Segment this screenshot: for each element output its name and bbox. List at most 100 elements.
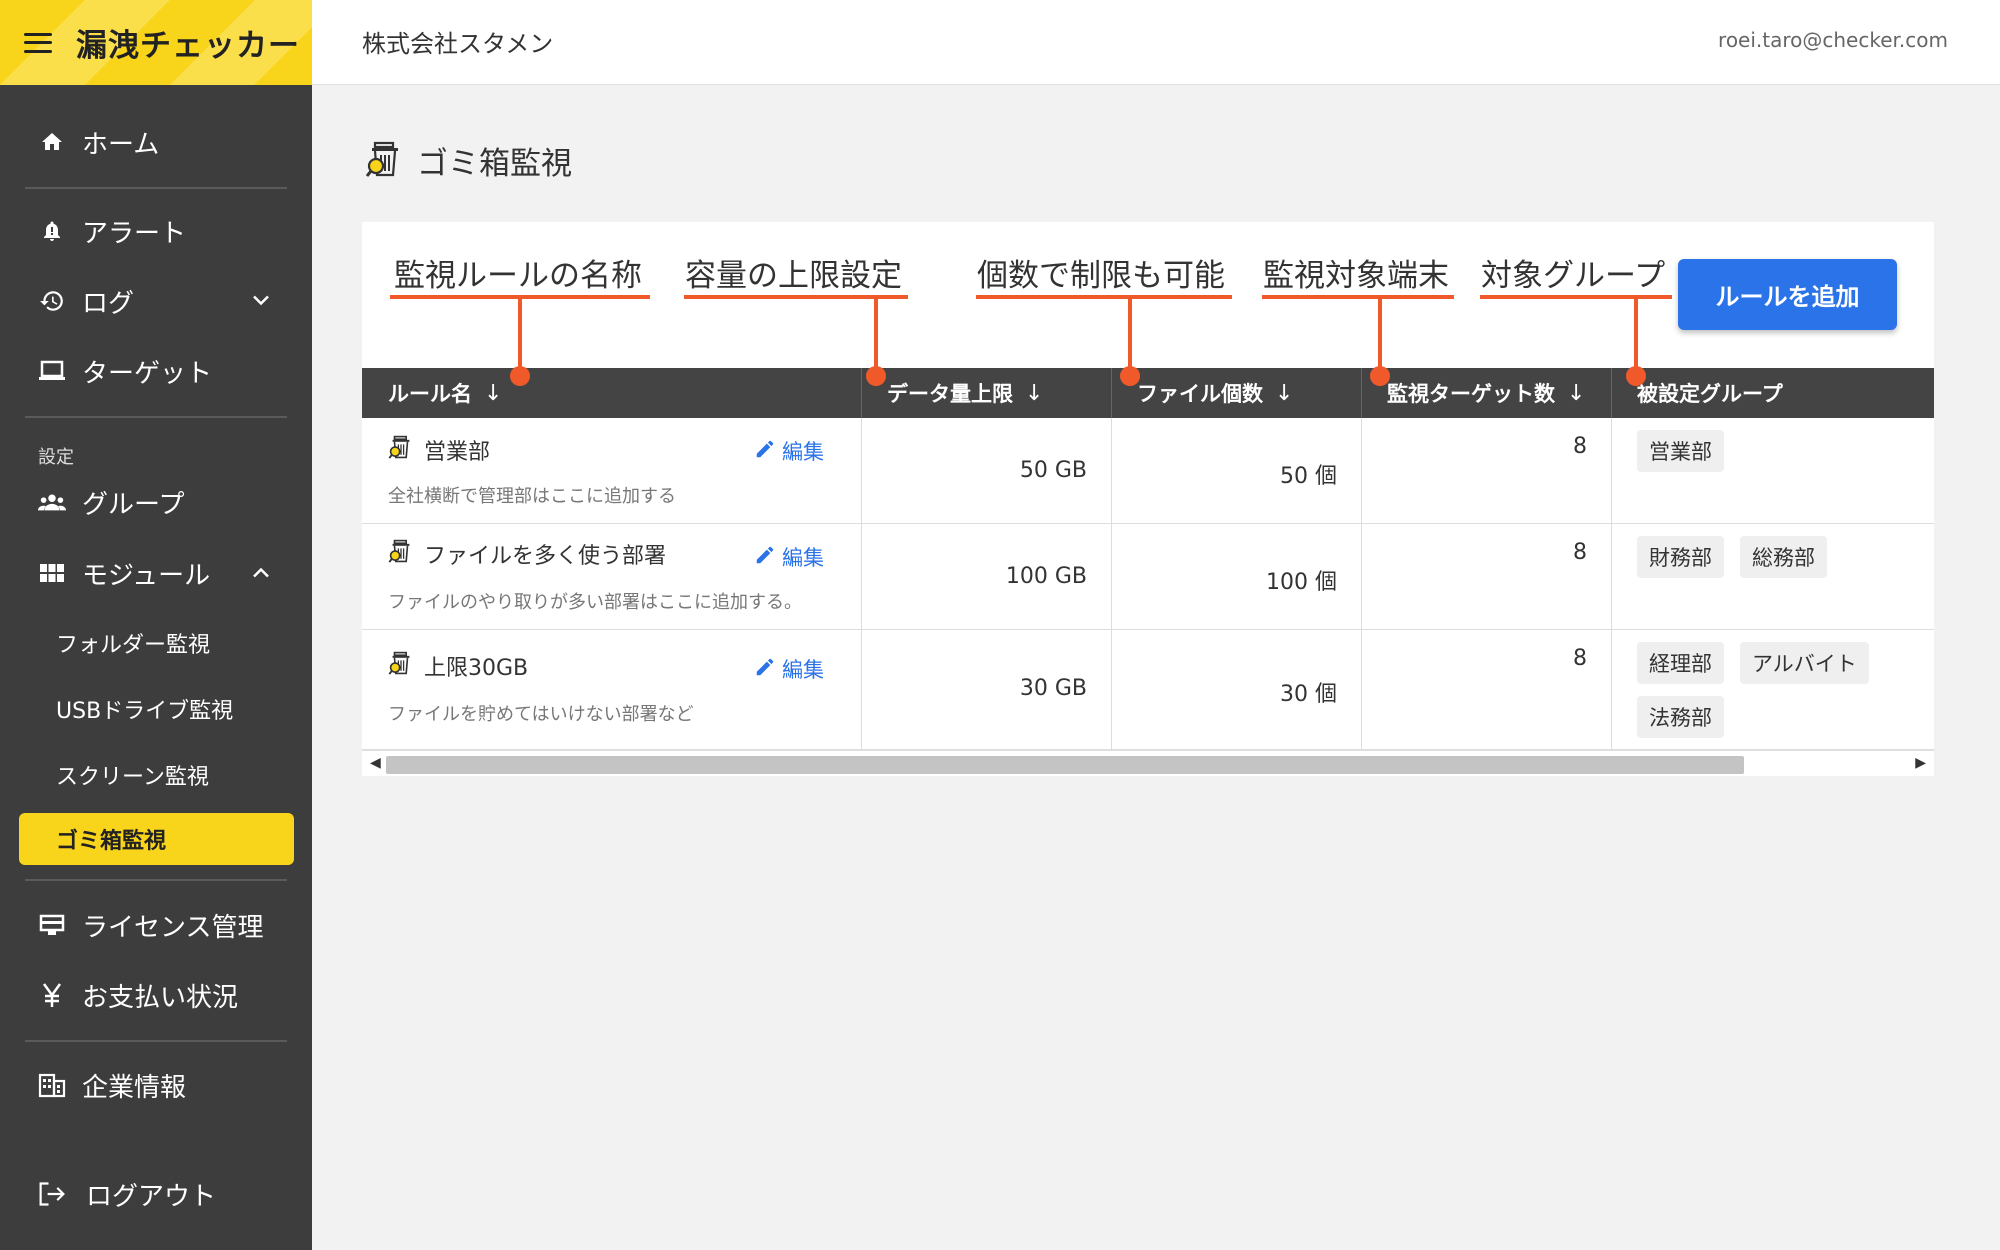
menu-icon[interactable] <box>24 32 52 53</box>
column-header-label: 監視ターゲット数 <box>1387 382 1555 406</box>
trash-search-icon <box>388 538 414 570</box>
edit-label: 編集 <box>782 546 824 570</box>
sidebar-item-label: ライセンス管理 <box>82 912 264 943</box>
sidebar-item-module[interactable]: モジュール <box>0 543 312 603</box>
divider <box>25 187 287 189</box>
sidebar-item-label: ログ <box>82 288 135 319</box>
sidebar-item-license[interactable]: ライセンス管理 <box>0 895 312 955</box>
pencil-icon <box>754 544 782 571</box>
annotation-underline <box>976 295 1232 299</box>
group-chip[interactable]: 総務部 <box>1740 536 1827 578</box>
yen-icon <box>38 981 66 1009</box>
page-header: ゴミ箱監視 <box>365 138 572 183</box>
rule-name: 営業部 <box>388 434 490 466</box>
sidebar-item-group[interactable]: グループ <box>0 472 312 532</box>
table-header: ルール名 ↓ データ量上限 ↓ ファイル個数 ↓ 監視ターゲット数 ↓ 被設定グループ <box>362 368 1934 418</box>
page-title: ゴミ箱監視 <box>417 146 572 182</box>
column-separator <box>1361 368 1362 418</box>
sidebar-item-label: お支払い状況 <box>82 982 239 1013</box>
scroll-thumb[interactable] <box>386 756 1744 774</box>
annotation-connector <box>1634 297 1638 375</box>
divider <box>25 1040 287 1042</box>
annotation-underline <box>1262 295 1454 299</box>
column-separator <box>861 368 862 418</box>
group-chip[interactable]: 法務部 <box>1637 696 1724 738</box>
pencil-icon <box>754 656 782 683</box>
building-icon <box>38 1071 66 1099</box>
column-header-rule-name[interactable]: ルール名 ↓ <box>388 368 502 418</box>
sidebar-item-log[interactable]: ログ <box>0 271 312 331</box>
sidebar-item-label: アラート <box>82 218 187 249</box>
top-header: 株式会社スタメン roei.taro@checker.com <box>312 0 2000 85</box>
trash-search-icon <box>365 139 405 183</box>
column-header-file-count[interactable]: ファイル個数 ↓ <box>1137 368 1293 418</box>
column-separator <box>1111 524 1112 629</box>
column-separator <box>1611 524 1612 629</box>
history-icon <box>38 287 66 315</box>
annotation-connector <box>874 297 878 375</box>
column-header-target-count[interactable]: 監視ターゲット数 ↓ <box>1387 368 1585 418</box>
rule-name: ファイルを多く使う部署 <box>388 538 666 570</box>
sort-arrow-icon: ↓ <box>1275 380 1294 406</box>
app-title: 漏洩チェッカー <box>76 28 300 64</box>
edit-button[interactable]: 編集 <box>754 436 824 466</box>
edit-button[interactable]: 編集 <box>754 542 824 572</box>
column-separator <box>1361 524 1362 629</box>
sidebar-item-payment[interactable]: お支払い状況 <box>0 965 312 1025</box>
pencil-icon <box>754 438 782 465</box>
module-item-trash-active[interactable]: ゴミ箱監視 <box>19 813 294 865</box>
module-item-usb[interactable]: USBドライブ監視 <box>56 693 233 725</box>
edit-label: 編集 <box>782 440 824 464</box>
sidebar-item-alert[interactable]: アラート <box>0 201 312 261</box>
sidebar-item-home[interactable]: ホーム <box>0 112 312 172</box>
column-separator <box>1111 630 1112 749</box>
divider <box>25 416 287 418</box>
column-header-label: ファイル個数 <box>1137 382 1263 406</box>
group-chip[interactable]: アルバイト <box>1740 642 1869 684</box>
chevron-down-icon <box>252 292 270 311</box>
file-count-value: 50 個 <box>1280 464 1337 489</box>
rule-name-text: 営業部 <box>424 440 491 465</box>
file-count-value: 100 個 <box>1266 570 1337 595</box>
annotation-connector <box>518 297 522 375</box>
sidebar-item-target[interactable]: ターゲット <box>0 341 312 401</box>
user-email[interactable]: roei.taro@checker.com <box>1718 28 1948 52</box>
sort-arrow-icon: ↓ <box>484 380 503 406</box>
edit-button[interactable]: 編集 <box>754 654 824 684</box>
column-separator <box>1611 368 1612 418</box>
annotation-rule-name: 監視ルールの名称 <box>394 258 642 294</box>
annotation-connector <box>1128 297 1132 375</box>
module-item-folder[interactable]: フォルダー監視 <box>56 627 210 659</box>
module-item-screen[interactable]: スクリーン監視 <box>56 759 209 791</box>
horizontal-scrollbar[interactable]: ◀ ▶ <box>362 750 1934 776</box>
annotation-dot <box>1370 366 1390 386</box>
rule-description: ファイルのやり取りが多い部署はここに追加する。 <box>388 592 802 613</box>
sidebar-item-label: 企業情報 <box>82 1072 187 1103</box>
scroll-right-icon[interactable]: ▶ <box>1915 755 1926 771</box>
group-chip[interactable]: 経理部 <box>1637 642 1724 684</box>
column-header-label: ルール名 <box>388 382 472 406</box>
group-chip[interactable]: 財務部 <box>1637 536 1724 578</box>
table-row[interactable]: 営業部 編集 全社横断で管理部はここに追加する 50 GB 50 個 8 営業部 <box>362 418 1934 524</box>
brand-bar: 漏洩チェッカー <box>0 0 312 85</box>
trash-search-icon <box>388 650 414 682</box>
annotation-target-device: 監視対象端末 <box>1263 258 1449 294</box>
sidebar-item-company[interactable]: 企業情報 <box>0 1055 312 1115</box>
scroll-left-icon[interactable]: ◀ <box>370 755 381 771</box>
column-header-data-limit[interactable]: データ量上限 ↓ <box>887 368 1043 418</box>
sidebar-item-label: ターゲット <box>82 358 213 389</box>
group-chip[interactable]: 営業部 <box>1637 430 1724 472</box>
rule-name-text: 上限30GB <box>424 656 529 681</box>
logout-icon <box>38 1180 66 1208</box>
trash-search-icon <box>388 434 414 466</box>
sidebar-item-label: グループ <box>82 489 185 520</box>
table-row[interactable]: 上限30GB 編集 ファイルを貯めてはいけない部署など 30 GB 30 個 8… <box>362 630 1934 750</box>
table-row[interactable]: ファイルを多く使う部署 編集 ファイルのやり取りが多い部署はここに追加する。 1… <box>362 524 1934 630</box>
column-separator <box>1611 630 1612 749</box>
sort-arrow-icon: ↓ <box>1567 380 1586 406</box>
column-separator <box>1111 368 1112 418</box>
add-rule-button[interactable]: ルールを追加 <box>1678 259 1897 330</box>
column-header-label: データ量上限 <box>887 382 1013 406</box>
logout-button[interactable]: ログアウト <box>0 1164 312 1224</box>
grid-icon <box>38 559 66 587</box>
